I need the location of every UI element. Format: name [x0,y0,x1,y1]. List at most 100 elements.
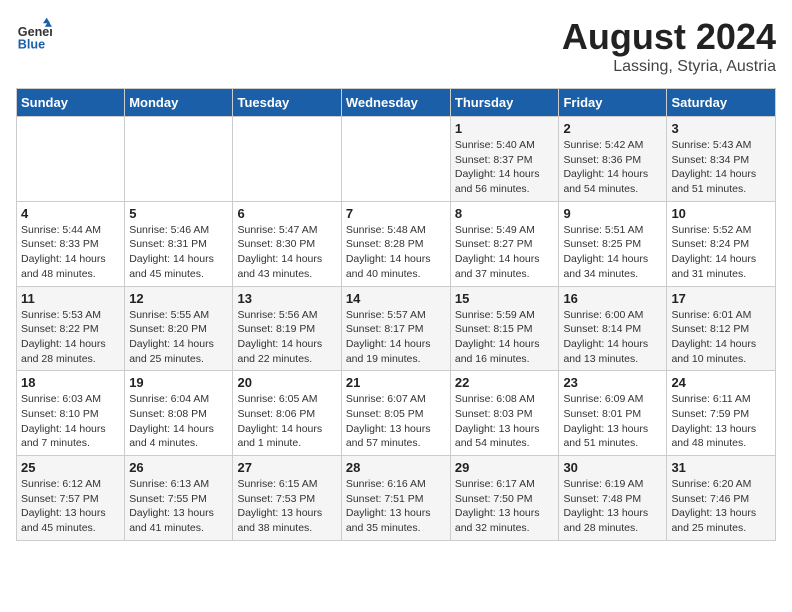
day-detail: Sunrise: 5:40 AM Sunset: 8:37 PM Dayligh… [455,138,555,197]
calendar-cell: 1 Sunrise: 5:40 AM Sunset: 8:37 PM Daylig… [450,117,559,202]
day-number: 6 [237,206,336,221]
calendar-cell: 12Sunrise: 5:55 AM Sunset: 8:20 PM Dayli… [125,286,233,371]
day-number: 17 [671,291,771,306]
day-detail: Sunrise: 5:51 AM Sunset: 8:25 PM Dayligh… [563,223,662,282]
calendar-cell: 29Sunrise: 6:17 AM Sunset: 7:50 PM Dayli… [450,456,559,541]
day-detail: Sunrise: 5:49 AM Sunset: 8:27 PM Dayligh… [455,223,555,282]
day-detail: Sunrise: 6:09 AM Sunset: 8:01 PM Dayligh… [563,392,662,451]
day-detail: Sunrise: 6:00 AM Sunset: 8:14 PM Dayligh… [563,308,662,367]
calendar-cell: 7Sunrise: 5:48 AM Sunset: 8:28 PM Daylig… [341,201,450,286]
day-number: 22 [455,375,555,390]
calendar-cell: 24 Sunrise: 6:11 AM Sunset: 7:59 PM Dayli… [667,371,776,456]
day-number: 4 [21,206,120,221]
day-detail: Sunrise: 6:15 AM Sunset: 7:53 PM Dayligh… [237,477,336,536]
weekday-header-friday: Friday [559,89,667,117]
weekday-header-wednesday: Wednesday [341,89,450,117]
svg-text:Blue: Blue [18,37,45,51]
day-detail: Sunrise: 6:08 AM Sunset: 8:03 PM Dayligh… [455,392,555,451]
day-number: 13 [237,291,336,306]
calendar-cell: 6 Sunrise: 5:47 AM Sunset: 8:30 PM Daylig… [233,201,341,286]
day-number: 5 [129,206,228,221]
day-detail: Sunrise: 6:12 AM Sunset: 7:57 PM Dayligh… [21,477,120,536]
day-number: 16 [563,291,662,306]
title-area: August 2024 Lassing, Styria, Austria [562,16,776,76]
calendar-cell: 20 Sunrise: 6:05 AM Sunset: 8:06 PM Dayli… [233,371,341,456]
weekday-header-thursday: Thursday [450,89,559,117]
week-row-4: 18 Sunrise: 6:03 AM Sunset: 8:10 PM Dayli… [17,371,776,456]
calendar-table: SundayMondayTuesdayWednesdayThursdayFrid… [16,88,776,541]
day-number: 29 [455,460,555,475]
logo-icon: General Blue [16,16,52,52]
day-number: 25 [21,460,120,475]
calendar-cell: 9 Sunrise: 5:51 AM Sunset: 8:25 PM Daylig… [559,201,667,286]
day-number: 9 [563,206,662,221]
calendar-cell [125,117,233,202]
day-number: 27 [237,460,336,475]
day-detail: Sunrise: 5:47 AM Sunset: 8:30 PM Dayligh… [237,223,336,282]
weekday-header-monday: Monday [125,89,233,117]
day-detail: Sunrise: 5:53 AM Sunset: 8:22 PM Dayligh… [21,308,120,367]
day-number: 7 [346,206,446,221]
day-number: 19 [129,375,228,390]
main-title: August 2024 [562,16,776,58]
day-number: 21 [346,375,446,390]
day-number: 28 [346,460,446,475]
calendar-cell: 5 Sunrise: 5:46 AM Sunset: 8:31 PM Daylig… [125,201,233,286]
subtitle: Lassing, Styria, Austria [562,58,776,76]
calendar-cell: 30Sunrise: 6:19 AM Sunset: 7:48 PM Dayli… [559,456,667,541]
calendar-cell: 8 Sunrise: 5:49 AM Sunset: 8:27 PM Daylig… [450,201,559,286]
day-detail: Sunrise: 6:20 AM Sunset: 7:46 PM Dayligh… [671,477,771,536]
day-number: 23 [563,375,662,390]
day-number: 26 [129,460,228,475]
weekday-header-saturday: Saturday [667,89,776,117]
day-number: 8 [455,206,555,221]
week-row-2: 4Sunrise: 5:44 AM Sunset: 8:33 PM Daylig… [17,201,776,286]
day-detail: Sunrise: 6:16 AM Sunset: 7:51 PM Dayligh… [346,477,446,536]
calendar-cell: 31Sunrise: 6:20 AM Sunset: 7:46 PM Dayli… [667,456,776,541]
calendar-cell: 3Sunrise: 5:43 AM Sunset: 8:34 PM Daylig… [667,117,776,202]
day-number: 2 [563,121,662,136]
calendar-cell: 10Sunrise: 5:52 AM Sunset: 8:24 PM Dayli… [667,201,776,286]
day-detail: Sunrise: 6:01 AM Sunset: 8:12 PM Dayligh… [671,308,771,367]
calendar-cell: 19 Sunrise: 6:04 AM Sunset: 8:08 PM Dayli… [125,371,233,456]
day-number: 3 [671,121,771,136]
calendar-cell: 21 Sunrise: 6:07 AM Sunset: 8:05 PM Dayli… [341,371,450,456]
day-number: 18 [21,375,120,390]
day-number: 12 [129,291,228,306]
day-detail: Sunrise: 6:13 AM Sunset: 7:55 PM Dayligh… [129,477,228,536]
calendar-cell [341,117,450,202]
day-detail: Sunrise: 6:11 AM Sunset: 7:59 PM Dayligh… [671,392,771,451]
weekday-header-tuesday: Tuesday [233,89,341,117]
day-number: 14 [346,291,446,306]
week-row-5: 25 Sunrise: 6:12 AM Sunset: 7:57 PM Dayli… [17,456,776,541]
calendar-cell: 13 Sunrise: 5:56 AM Sunset: 8:19 PM Dayli… [233,286,341,371]
day-detail: Sunrise: 6:03 AM Sunset: 8:10 PM Dayligh… [21,392,120,451]
day-detail: Sunrise: 5:57 AM Sunset: 8:17 PM Dayligh… [346,308,446,367]
calendar-cell [233,117,341,202]
day-number: 1 [455,121,555,136]
calendar-cell: 27 Sunrise: 6:15 AM Sunset: 7:53 PM Dayli… [233,456,341,541]
day-number: 30 [563,460,662,475]
calendar-cell: 23 Sunrise: 6:09 AM Sunset: 8:01 PM Dayli… [559,371,667,456]
calendar-cell: 28 Sunrise: 6:16 AM Sunset: 7:51 PM Dayli… [341,456,450,541]
calendar-cell: 4Sunrise: 5:44 AM Sunset: 8:33 PM Daylig… [17,201,125,286]
calendar-cell: 11Sunrise: 5:53 AM Sunset: 8:22 PM Dayli… [17,286,125,371]
calendar-cell: 17 Sunrise: 6:01 AM Sunset: 8:12 PM Dayli… [667,286,776,371]
week-row-1: 1 Sunrise: 5:40 AM Sunset: 8:37 PM Daylig… [17,117,776,202]
week-row-3: 11Sunrise: 5:53 AM Sunset: 8:22 PM Dayli… [17,286,776,371]
day-detail: Sunrise: 6:05 AM Sunset: 8:06 PM Dayligh… [237,392,336,451]
day-number: 24 [671,375,771,390]
calendar-cell [17,117,125,202]
weekday-header-sunday: Sunday [17,89,125,117]
weekday-header-row: SundayMondayTuesdayWednesdayThursdayFrid… [17,89,776,117]
day-detail: Sunrise: 5:42 AM Sunset: 8:36 PM Dayligh… [563,138,662,197]
calendar-cell: 2 Sunrise: 5:42 AM Sunset: 8:36 PM Daylig… [559,117,667,202]
day-detail: Sunrise: 5:59 AM Sunset: 8:15 PM Dayligh… [455,308,555,367]
calendar-cell: 16 Sunrise: 6:00 AM Sunset: 8:14 PM Dayli… [559,286,667,371]
day-detail: Sunrise: 5:56 AM Sunset: 8:19 PM Dayligh… [237,308,336,367]
day-number: 20 [237,375,336,390]
day-detail: Sunrise: 6:04 AM Sunset: 8:08 PM Dayligh… [129,392,228,451]
day-detail: Sunrise: 6:07 AM Sunset: 8:05 PM Dayligh… [346,392,446,451]
calendar-cell: 18 Sunrise: 6:03 AM Sunset: 8:10 PM Dayli… [17,371,125,456]
day-detail: Sunrise: 5:46 AM Sunset: 8:31 PM Dayligh… [129,223,228,282]
